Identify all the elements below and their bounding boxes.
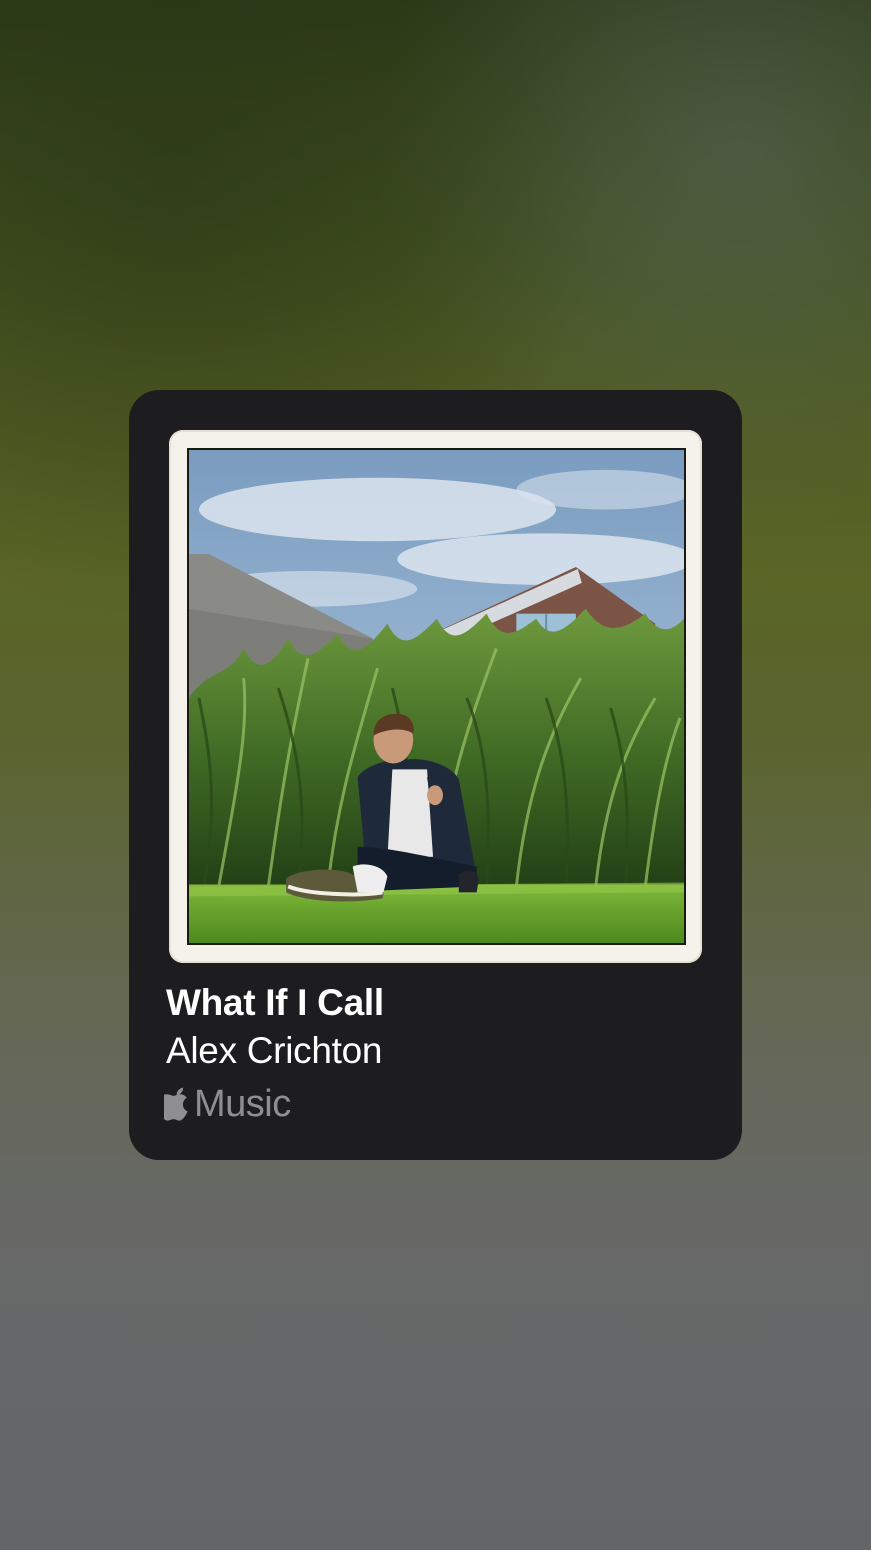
- album-artwork-image: [189, 450, 684, 943]
- music-share-card[interactable]: What If I Call Alex Crichton Music: [129, 390, 742, 1160]
- album-artwork[interactable]: [187, 448, 686, 945]
- apple-logo-icon: [164, 1087, 192, 1121]
- apple-music-badge[interactable]: Music: [164, 1082, 291, 1126]
- album-artwork-frame: [169, 430, 702, 963]
- song-title: What If I Call: [166, 982, 384, 1023]
- artist-name: Alex Crichton: [166, 1030, 383, 1071]
- service-label: Music: [194, 1083, 291, 1125]
